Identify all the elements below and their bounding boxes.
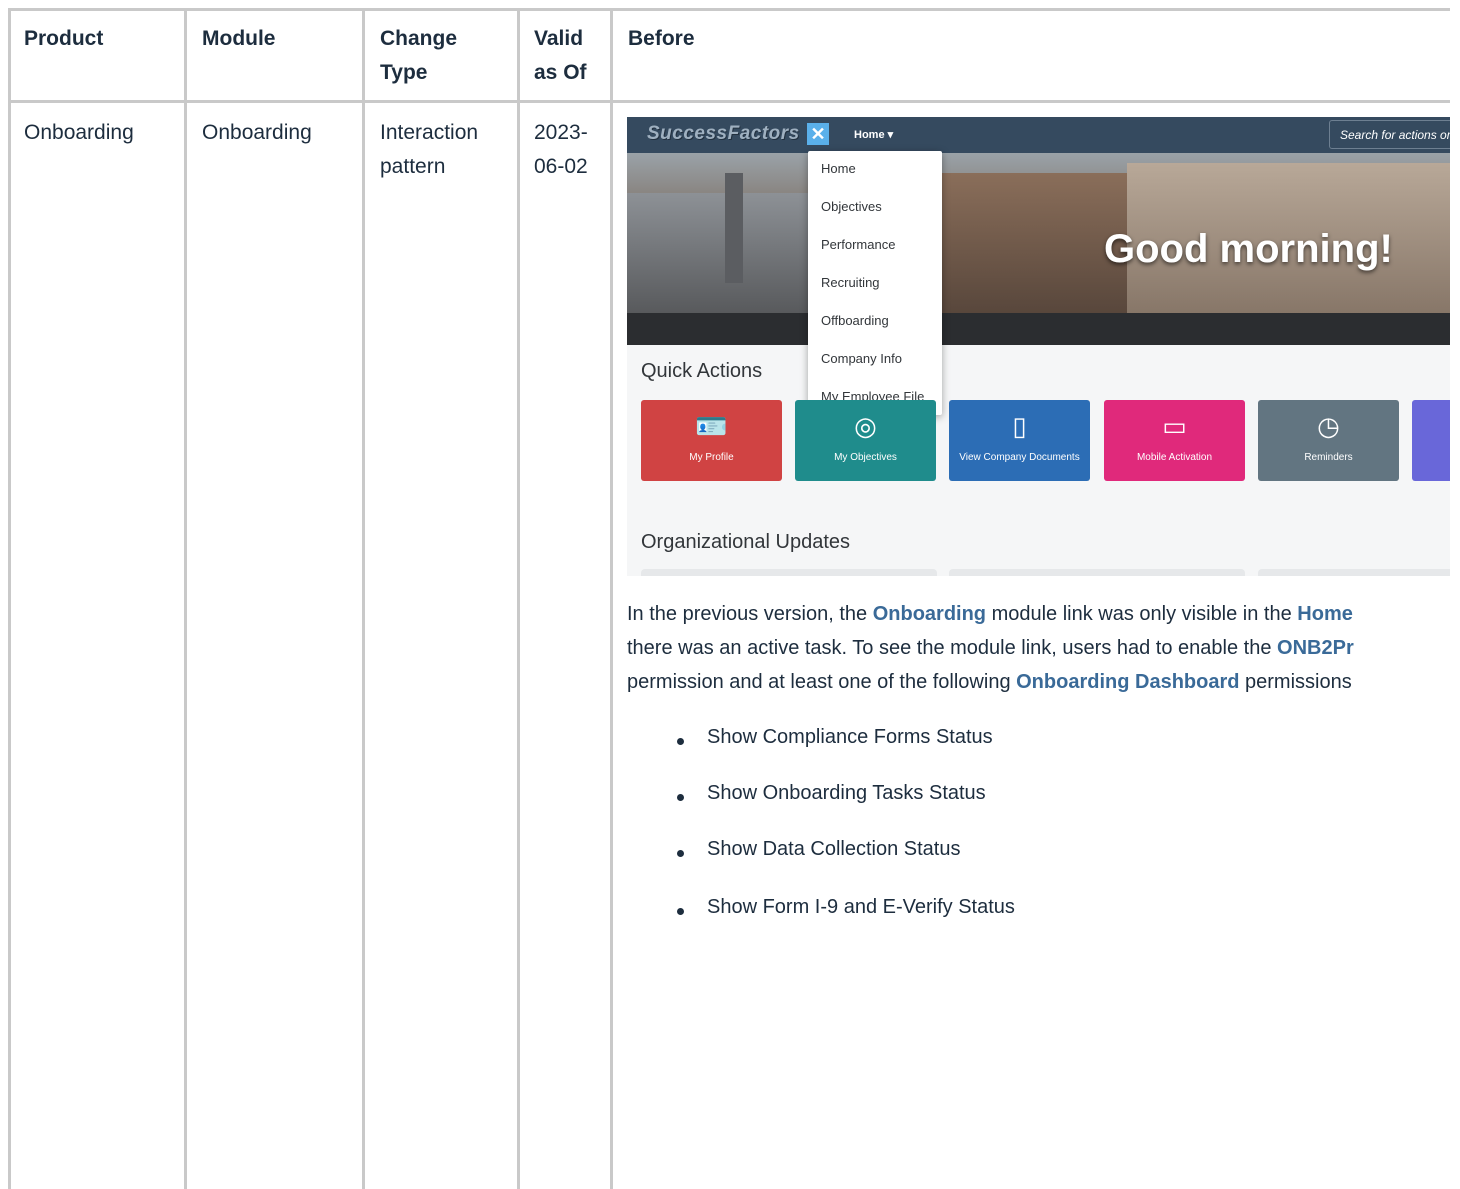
tile-partial[interactable] — [1412, 400, 1450, 481]
header-before: Before — [628, 27, 695, 50]
successfactors-logo: SuccessFactors — [647, 123, 800, 144]
table-divider — [184, 8, 187, 1189]
list-item: Show Compliance Forms Status — [677, 726, 993, 749]
header-product: Product — [24, 27, 104, 50]
header-valid-line2: as Of — [534, 61, 587, 84]
menu-item-home[interactable]: Home — [821, 161, 856, 176]
tile-mobile-activation[interactable]: ▭ Mobile Activation — [1104, 400, 1245, 481]
cell-module: Onboarding — [202, 121, 312, 144]
cell-valid-as-of: 2023- 06-02 — [534, 116, 588, 184]
text: there was an active task. To see the mod… — [627, 637, 1278, 659]
document-icon: ▯ — [1012, 411, 1027, 441]
cell-valid-line2: 06-02 — [534, 155, 588, 178]
update-card[interactable] — [1258, 569, 1450, 576]
tile-label: Mobile Activation — [1136, 452, 1213, 463]
description-line-2: there was an active task. To see the mod… — [627, 631, 1450, 665]
tile-label: View Company Documents — [959, 452, 1080, 463]
menu-item-objectives[interactable]: Objectives — [821, 199, 882, 214]
header-change-type: Change Type — [380, 22, 457, 90]
home-link[interactable]: Home — [1297, 603, 1353, 625]
bullet-text: Show Form I-9 and E-Verify Status — [707, 896, 1015, 918]
table-border-top — [8, 8, 1450, 11]
text: In the previous version, the — [627, 603, 873, 625]
list-item: Show Form I-9 and E-Verify Status — [677, 896, 1015, 919]
tile-label: Reminders — [1304, 452, 1353, 463]
description-line-3: permission and at least one of the follo… — [627, 665, 1450, 699]
menu-item-recruiting[interactable]: Recruiting — [821, 275, 880, 290]
onb2-permission-link[interactable]: ONB2Pr — [1277, 637, 1354, 659]
tile-label: My Profile — [689, 452, 734, 463]
table-divider — [610, 8, 613, 1189]
bullet-text: Show Compliance Forms Status — [707, 726, 993, 748]
canal-shape — [627, 313, 1450, 345]
header-divider — [8, 100, 1450, 103]
header-module: Module — [202, 27, 276, 50]
update-card[interactable] — [641, 569, 937, 576]
bullet-text: Show Data Collection Status — [707, 838, 961, 860]
tile-my-objectives[interactable]: ◎ My Objectives — [795, 400, 936, 481]
cell-valid-line1: 2023- — [534, 121, 588, 144]
cell-change-type-line1: Interaction — [380, 121, 479, 144]
menu-item-offboarding[interactable]: Offboarding — [821, 313, 889, 328]
update-card[interactable] — [949, 569, 1245, 576]
table-divider — [517, 8, 520, 1189]
profile-card-icon: 🪪 — [695, 411, 728, 441]
onboarding-link[interactable]: Onboarding — [873, 603, 986, 625]
menu-item-performance[interactable]: Performance — [821, 237, 895, 252]
tile-view-company-documents[interactable]: ▯ View Company Documents — [949, 400, 1090, 481]
onboarding-dashboard-link[interactable]: Onboarding Dashboard — [1016, 671, 1239, 693]
description-line-1: In the previous version, the Onboarding … — [627, 597, 1450, 631]
text: permission and at least one of the follo… — [627, 671, 1017, 693]
cell-change-type: Interaction pattern — [380, 116, 478, 184]
text: permissions — [1239, 671, 1352, 693]
hero-banner-image: Good morning! — [627, 153, 1450, 345]
table-divider — [362, 8, 365, 1189]
tile-label: My Objectives — [834, 452, 897, 463]
organizational-updates-title: Organizational Updates — [641, 531, 851, 553]
header-valid-as-of: Valid as Of — [534, 22, 587, 90]
tile-reminders[interactable]: ◷ Reminders — [1258, 400, 1399, 481]
description-paragraph: In the previous version, the Onboarding … — [627, 597, 1450, 699]
reminder-icon: ◷ — [1317, 411, 1340, 441]
devices-icon: ▭ — [1162, 411, 1187, 441]
list-item: Show Data Collection Status — [676, 838, 960, 861]
text: module link was only visible in the — [986, 603, 1298, 625]
menu-item-company-info[interactable]: Company Info — [821, 351, 902, 366]
before-screenshot: SuccessFactors ✕ Home ▾ Search for actio… — [627, 117, 1450, 576]
header-change-type-line2: Type — [380, 61, 428, 84]
tile-my-profile[interactable]: 🪪 My Profile — [641, 400, 782, 481]
table-border-left — [8, 8, 11, 1189]
list-item: Show Onboarding Tasks Status — [677, 782, 986, 805]
home-menu-button[interactable]: Home ▾ — [854, 128, 893, 141]
greeting-text: Good morning! — [1104, 227, 1393, 271]
bullet-text: Show Onboarding Tasks Status — [707, 782, 986, 804]
tower-shape — [725, 173, 743, 283]
target-icon: ◎ — [854, 411, 877, 441]
cell-change-type-line2: pattern — [380, 155, 446, 178]
search-input[interactable]: Search for actions or — [1329, 120, 1450, 149]
header-valid-line1: Valid — [534, 27, 584, 50]
quick-actions-title: Quick Actions — [641, 360, 763, 382]
product-switcher-icon[interactable]: ✕ — [807, 123, 829, 145]
app-header-bar: SuccessFactors ✕ Home ▾ Search for actio… — [627, 117, 1450, 153]
cell-product: Onboarding — [24, 121, 134, 144]
home-dropdown-menu: Home Objectives Performance Recruiting O… — [808, 151, 942, 415]
header-change-type-line1: Change — [380, 27, 458, 50]
